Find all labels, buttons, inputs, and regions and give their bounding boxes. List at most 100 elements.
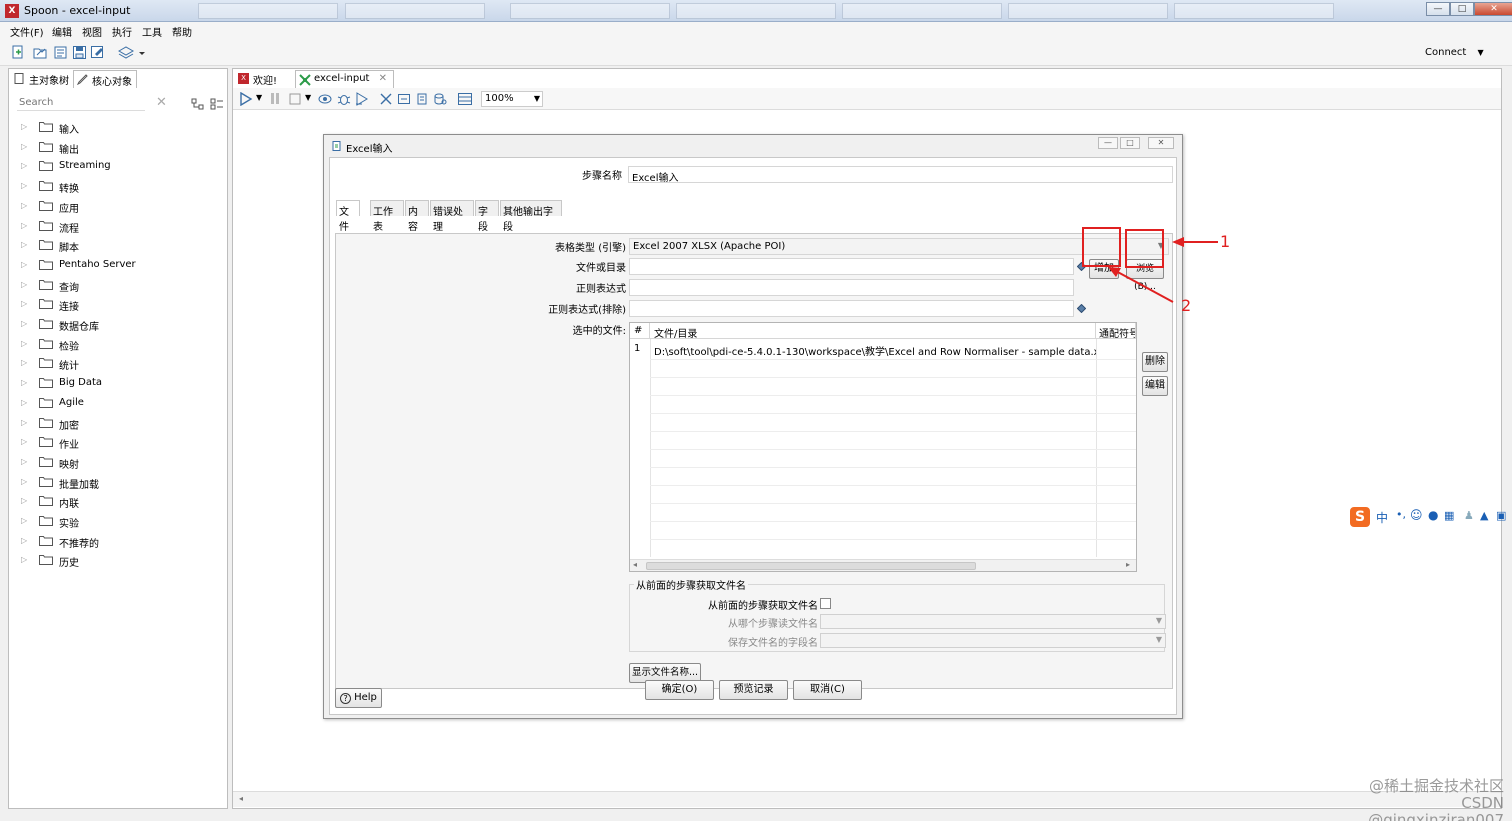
menu-file[interactable]: 文件(F) (10, 24, 44, 39)
help-button[interactable]: ? Help (335, 688, 382, 708)
open-file-icon[interactable] (33, 45, 48, 60)
clear-search-icon[interactable]: ✕ (156, 95, 167, 110)
debug-bug-icon[interactable] (337, 92, 351, 106)
expand-arrow-icon[interactable]: ▷ (21, 358, 27, 367)
tree-item-category[interactable]: ▷ 映射 (21, 454, 221, 472)
expand-arrow-icon[interactable]: ▷ (21, 122, 27, 131)
microphone-icon[interactable]: ● (1428, 508, 1438, 522)
tree-item-category[interactable]: ▷ 应用 (21, 198, 221, 216)
regex-input[interactable] (629, 279, 1074, 296)
column-header-file-directory[interactable]: 文件/目录 (650, 323, 1096, 340)
edit-file-button[interactable]: 编辑 (1142, 376, 1168, 396)
tree-item-category[interactable]: ▷ Big Data (21, 375, 221, 393)
menu-help[interactable]: 帮助 (172, 24, 192, 39)
tree-item-category[interactable]: ▷ Agile (21, 395, 221, 413)
expand-arrow-icon[interactable]: ▷ (21, 240, 27, 249)
tree-item-category[interactable]: ▷ 实验 (21, 513, 221, 531)
keyboard-icon[interactable]: ▦ (1444, 509, 1454, 522)
expand-arrow-icon[interactable]: ▷ (21, 555, 27, 564)
emoji-icon[interactable]: ☺ (1410, 508, 1423, 522)
sogou-logo-icon[interactable]: S (1350, 507, 1370, 527)
scroll-right-icon[interactable]: ▸ (1126, 560, 1130, 569)
preview-eye-icon[interactable] (318, 92, 332, 106)
expand-tree-icon[interactable] (210, 98, 224, 110)
run-icon[interactable] (239, 92, 253, 106)
impact-icon[interactable] (397, 92, 411, 106)
expand-arrow-icon[interactable]: ▷ (21, 201, 27, 210)
user-icon[interactable]: ♟ (1464, 509, 1474, 522)
tree-item-category[interactable]: ▷ 流程 (21, 218, 221, 236)
expand-arrow-icon[interactable]: ▷ (21, 536, 27, 545)
file-or-directory-input[interactable] (629, 258, 1074, 275)
accept-field-select[interactable]: ▼ (820, 633, 1166, 648)
search-input[interactable] (17, 95, 145, 111)
close-tab-icon[interactable]: ✕ (379, 73, 387, 84)
minimize-button[interactable]: — (1426, 2, 1450, 16)
row-wildcard[interactable] (1096, 341, 1136, 345)
tab-error-handling[interactable]: 错误处理 (430, 200, 474, 233)
save-as-icon[interactable] (90, 45, 105, 60)
tab-core-objects[interactable]: 核心对象 (73, 70, 137, 88)
cancel-button[interactable]: 取消(C) (793, 680, 862, 700)
chevron-down-icon[interactable]: ▼ (256, 93, 262, 102)
menu-view[interactable]: 视图 (82, 24, 102, 39)
tree-item-category[interactable]: ▷ 统计 (21, 355, 221, 373)
tree-item-category[interactable]: ▷ 加密 (21, 415, 221, 433)
expand-arrow-icon[interactable]: ▷ (21, 299, 27, 308)
sql-icon[interactable] (415, 92, 429, 106)
stop-icon[interactable] (288, 92, 302, 106)
expand-arrow-icon[interactable]: ▷ (21, 437, 27, 446)
regex-exclude-input[interactable] (629, 300, 1074, 317)
tree-item-category[interactable]: ▷ 连接 (21, 296, 221, 314)
tab-main-object-tree[interactable]: 主对象树 (11, 70, 73, 88)
punctuation-icon[interactable]: •, (1396, 508, 1406, 521)
menu-tools[interactable]: 工具 (142, 24, 162, 39)
expand-arrow-icon[interactable]: ▷ (21, 496, 27, 505)
tab-additional-output-fields[interactable]: 其他输出字段 (500, 200, 562, 233)
accept-filenames-checkbox[interactable] (820, 598, 831, 609)
scroll-left-icon[interactable]: ◂ (239, 794, 243, 803)
save-icon[interactable] (72, 45, 87, 60)
expand-arrow-icon[interactable]: ▷ (21, 142, 27, 151)
tree-item-category[interactable]: ▷ 检验 (21, 336, 221, 354)
dialog-close-button[interactable]: ✕ (1148, 137, 1174, 149)
scrollbar-thumb[interactable] (646, 562, 976, 570)
tab-sheets[interactable]: 工作表 (370, 200, 404, 233)
tree-item-category[interactable]: ▷ 查询 (21, 277, 221, 295)
close-window-button[interactable]: ✕ (1474, 2, 1512, 16)
menu-run[interactable]: 执行 (112, 24, 132, 39)
tree-item-category[interactable]: ▷ 内联 (21, 493, 221, 511)
new-file-icon[interactable] (10, 45, 25, 60)
row-file-path[interactable]: D:\soft\tool\pdi-ce-5.4.0.1-130\workspac… (650, 341, 1096, 360)
variable-diamond-icon[interactable] (1077, 304, 1086, 313)
replay-icon[interactable] (355, 92, 369, 106)
show-results-icon[interactable] (457, 92, 473, 106)
expand-arrow-icon[interactable]: ▷ (21, 280, 27, 289)
expand-arrow-icon[interactable]: ▷ (21, 516, 27, 525)
tree-item-category[interactable]: ▷ 历史 (21, 552, 221, 570)
explore-db-icon[interactable] (433, 92, 447, 106)
dialog-minimize-button[interactable]: — (1098, 137, 1118, 149)
expand-arrow-icon[interactable]: ▷ (21, 319, 27, 328)
expand-arrow-icon[interactable]: ▷ (21, 477, 27, 486)
collapse-tree-icon[interactable] (191, 98, 205, 110)
tab-welcome[interactable]: X 欢迎! (235, 70, 283, 88)
tree-item-category[interactable]: ▷ 输入 (21, 119, 221, 137)
perspective-layers-icon[interactable] (118, 45, 145, 60)
scroll-left-icon[interactable]: ◂ (633, 560, 637, 569)
tab-content[interactable]: 内容 (405, 200, 429, 233)
expand-arrow-icon[interactable]: ▷ (21, 339, 27, 348)
tree-item-category[interactable]: ▷ 作业 (21, 434, 221, 452)
selected-files-table[interactable]: # 文件/目录 通配符号 1 D:\soft\tool\pdi-ce-5.4.0… (629, 322, 1137, 572)
tree-item-category[interactable]: ▷ 转换 (21, 178, 221, 196)
preview-rows-button[interactable]: 预览记录 (719, 680, 788, 700)
column-header-wildcard[interactable]: 通配符号 (1096, 323, 1136, 339)
toolbox-icon[interactable]: ▣ (1496, 509, 1506, 522)
tree-item-category[interactable]: ▷ 数据仓库 (21, 316, 221, 334)
expand-arrow-icon[interactable]: ▷ (21, 398, 27, 407)
tree-item-category[interactable]: ▷ 输出 (21, 139, 221, 157)
menu-edit[interactable]: 编辑 (52, 24, 72, 39)
ime-mode-label[interactable]: 中 (1376, 509, 1388, 526)
expand-arrow-icon[interactable]: ▷ (21, 221, 27, 230)
canvas-horizontal-scrollbar[interactable]: ◂ (233, 791, 1501, 807)
